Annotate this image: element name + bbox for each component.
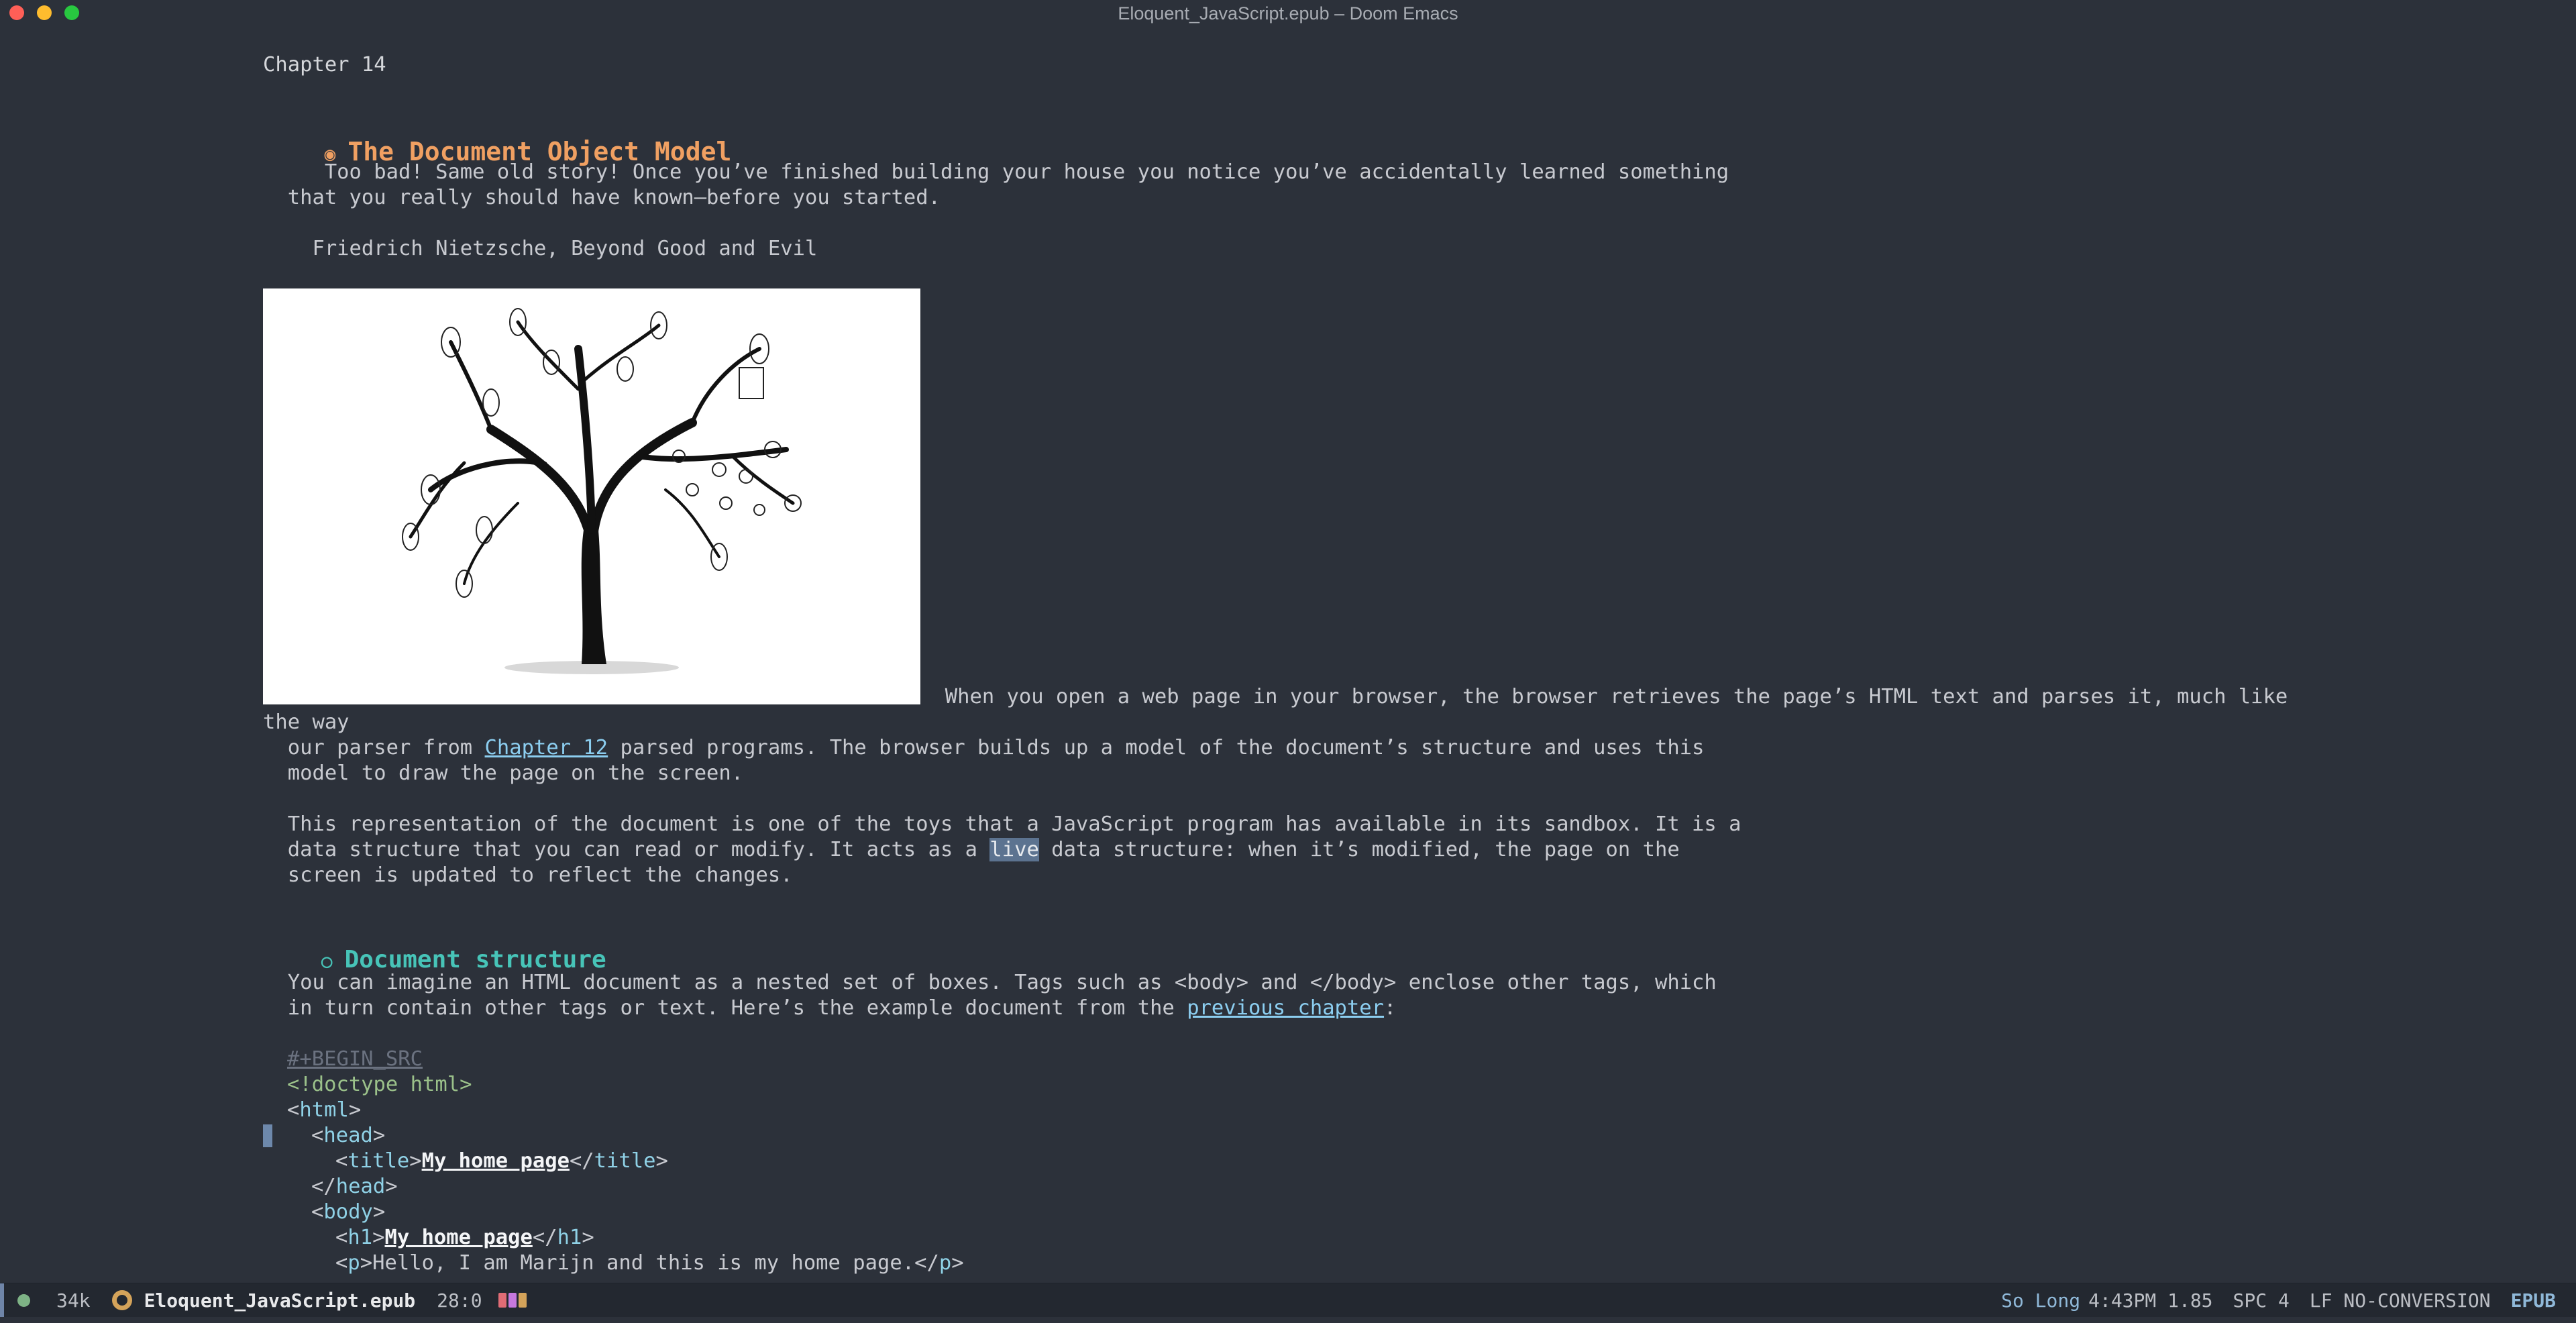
code-line: <body> bbox=[311, 1200, 386, 1224]
window-title: Eloquent_JavaScript.epub – Doom Emacs bbox=[1118, 3, 1458, 23]
major-mode[interactable]: EPUB bbox=[2511, 1289, 2556, 1312]
title-bar: Eloquent_JavaScript.epub – Doom Emacs bbox=[0, 0, 2576, 27]
code-line: <h1>My home page</h1> bbox=[335, 1226, 594, 1249]
paragraph-line: screen is updated to reflect the changes… bbox=[263, 863, 793, 887]
paragraph-line: our parser from Chapter 12 parsed progra… bbox=[263, 736, 1705, 759]
buffer-name[interactable]: Eloquent_JavaScript.epub bbox=[144, 1289, 416, 1312]
epigraph-author: Friedrich Nietzsche, Beyond Good and Evi… bbox=[263, 237, 818, 260]
heading-bullet-icon: ○ bbox=[321, 950, 333, 972]
code-line: <!doctype html> bbox=[287, 1073, 472, 1096]
chapter-label: Chapter 14 bbox=[263, 53, 386, 76]
encoding[interactable]: LF NO-CONVERSION bbox=[2310, 1289, 2491, 1312]
paragraph-line: model to draw the page on the screen. bbox=[263, 761, 744, 785]
cursor-position: 28:0 bbox=[437, 1289, 482, 1312]
paragraph-line: You can imagine an HTML document as a ne… bbox=[263, 971, 1717, 994]
maximize-window-button[interactable] bbox=[64, 5, 79, 20]
tree-illustration bbox=[263, 288, 920, 704]
time-load: 4:43PM 1.85 bbox=[2088, 1289, 2213, 1312]
paragraph-line: the way bbox=[263, 710, 350, 734]
epigraph-line: Too bad! Same old story! Once you’ve fin… bbox=[263, 160, 1729, 184]
code-line: <p>Hello, I am Marijn and this is my hom… bbox=[335, 1251, 964, 1275]
close-window-button[interactable] bbox=[9, 5, 24, 20]
fringe-marker bbox=[263, 1124, 272, 1147]
buffer-size: 34k bbox=[56, 1289, 91, 1312]
src-block-begin: #+BEGIN_SRC bbox=[287, 1047, 423, 1071]
paragraph-line: When you open a web page in your browser… bbox=[920, 685, 2288, 708]
mode-line: 34k Eloquent_JavaScript.epub 28:0 So Lon… bbox=[0, 1283, 2576, 1317]
previous-chapter-link[interactable]: previous chapter bbox=[1187, 996, 1384, 1020]
workspace-icon[interactable] bbox=[498, 1293, 527, 1308]
epub-file-icon bbox=[111, 1290, 132, 1310]
epigraph-line: that you really should have known—before… bbox=[263, 186, 941, 209]
code-line: </head> bbox=[311, 1175, 398, 1198]
active-window-indicator bbox=[0, 1283, 4, 1317]
heading-2-text: Document structure bbox=[344, 946, 606, 973]
selection-highlight[interactable]: live bbox=[989, 838, 1039, 861]
code-line: <head> bbox=[311, 1124, 386, 1147]
chapter-12-link[interactable]: Chapter 12 bbox=[485, 736, 608, 759]
paragraph-line: data structure that you can read or modi… bbox=[263, 838, 1680, 861]
paragraph-line: This representation of the document is o… bbox=[263, 812, 1741, 836]
code-line: <title>My home page</title> bbox=[335, 1149, 668, 1173]
status-dot-icon bbox=[17, 1294, 30, 1307]
minimize-window-button[interactable] bbox=[37, 5, 52, 20]
now-playing[interactable]: So Long bbox=[2001, 1289, 2080, 1312]
indentation[interactable]: SPC 4 bbox=[2233, 1289, 2290, 1312]
code-line: <html> bbox=[287, 1098, 362, 1122]
epub-buffer[interactable]: Chapter 14 ◉ The Document Object Model To… bbox=[0, 27, 2576, 1283]
paragraph-line: in turn contain other tags or text. Here… bbox=[263, 996, 1397, 1020]
